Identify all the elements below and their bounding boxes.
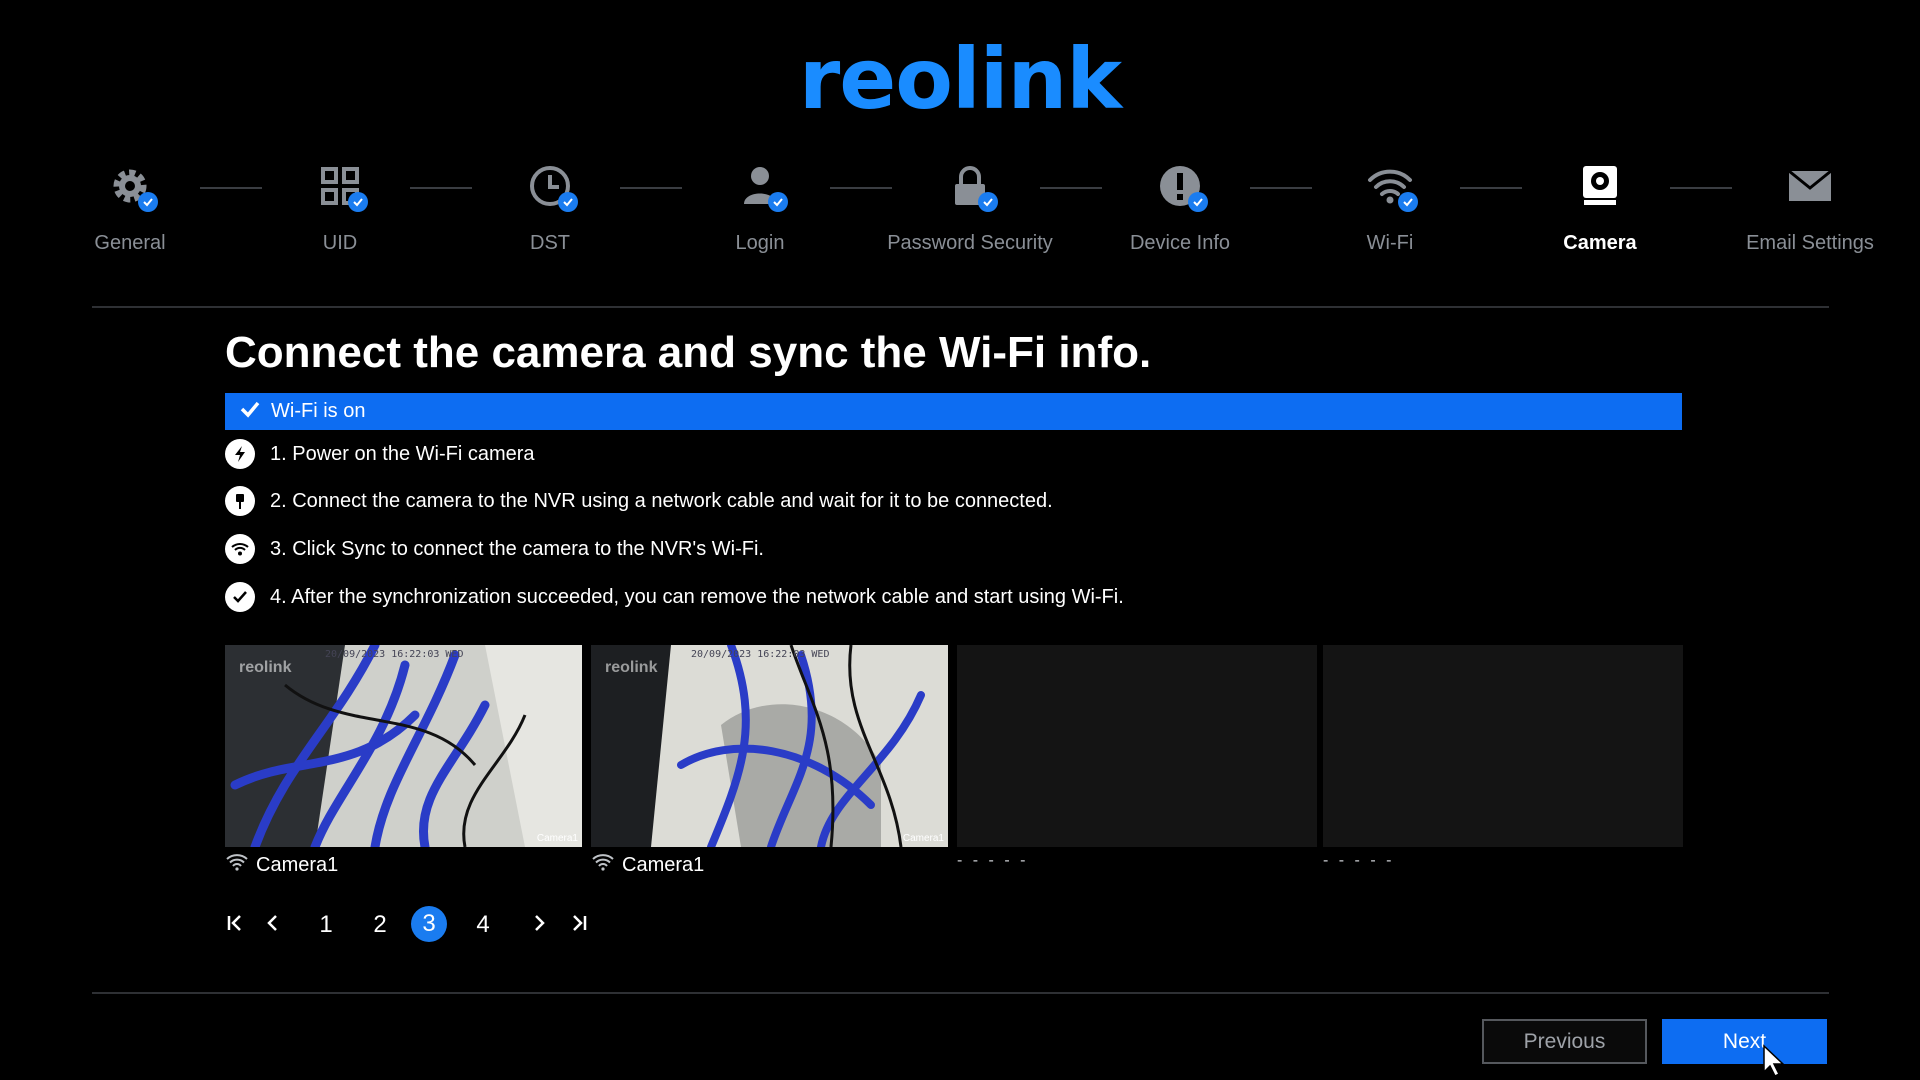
step-done-check-icon [558, 192, 578, 212]
setup-stepper: General UID DST Login Password Security … [30, 150, 1890, 280]
wifi-sync-icon [225, 534, 255, 564]
banner-text: Wi-Fi is on [271, 400, 366, 422]
chevron-right-icon [530, 911, 548, 939]
camera-timestamp: 20/09/2023 16:22:03 WED [691, 649, 830, 660]
step-label: Camera [1563, 232, 1637, 254]
chevron-left-icon [264, 911, 282, 939]
instruction-3: 3. Click Sync to connect the camera to t… [225, 534, 764, 564]
step-email-settings[interactable]: Email Settings [1710, 150, 1910, 255]
step-done-check-icon [978, 192, 998, 212]
step-camera[interactable]: Camera [1500, 150, 1700, 255]
step-done-check-icon [138, 192, 158, 212]
top-divider [92, 306, 1829, 308]
power-bolt-icon [225, 439, 255, 469]
step-device-info[interactable]: Device Info [1080, 150, 1280, 255]
previous-button[interactable]: Previous [1482, 1019, 1647, 1064]
page-2-button[interactable]: 2 [362, 906, 398, 944]
reolink-logo: reolink [798, 30, 1122, 128]
step-label: Device Info [1129, 232, 1231, 254]
step-label: General [94, 232, 166, 254]
camera-name-text: Camera1 [622, 853, 705, 876]
camera-name-4: - - - - - [1323, 852, 1394, 870]
step-done-check-icon [768, 192, 788, 212]
step-login[interactable]: Login [660, 150, 860, 255]
wifi-signal-icon [226, 853, 256, 877]
mouse-cursor-icon [1763, 1044, 1785, 1078]
camera-overlay-label: Camera1 [536, 833, 578, 844]
wifi-status-banner: Wi-Fi is on [225, 393, 1682, 430]
wifi-signal-icon [592, 853, 622, 877]
step-uid[interactable]: UID [240, 150, 440, 255]
first-page-button[interactable] [225, 906, 245, 944]
camera-preview-2[interactable]: 20/09/2023 16:22:03 WED reolink Camera1 [591, 645, 948, 847]
camera-preview-3[interactable] [957, 645, 1317, 847]
step-label: Password Security [887, 232, 1053, 254]
instruction-1: 1. Power on the Wi-Fi camera [225, 439, 535, 469]
step-done-check-icon [348, 192, 368, 212]
mail-icon [1786, 169, 1834, 214]
prev-page-button[interactable] [263, 906, 283, 944]
instruction-text: 3. Click Sync to connect the camera to t… [270, 537, 764, 560]
instruction-text: 1. Power on the Wi-Fi camera [270, 442, 535, 465]
step-label: DST [530, 232, 570, 254]
step-label: Email Settings [1746, 232, 1874, 254]
page-title: Connect the camera and sync the Wi-Fi in… [225, 328, 1152, 377]
last-page-button[interactable] [569, 906, 589, 944]
step-general[interactable]: General [30, 150, 230, 255]
step-done-check-icon [1188, 192, 1208, 212]
page-1-button[interactable]: 1 [308, 906, 344, 944]
first-page-icon [226, 911, 244, 939]
step-label: UID [322, 232, 358, 254]
camera-watermark: reolink [605, 659, 658, 676]
step-label: Wi-Fi [1366, 232, 1414, 254]
camera-name-text: - - - - - [1323, 852, 1395, 869]
camera-name-text: Camera1 [256, 853, 339, 876]
step-dst[interactable]: DST [450, 150, 650, 255]
step-wifi[interactable]: Wi-Fi [1290, 150, 1490, 255]
page-4-button[interactable]: 4 [465, 906, 501, 944]
checkmark-icon [239, 398, 271, 426]
camera-name-text: - - - - - [957, 852, 1029, 869]
step-done-check-icon [1398, 192, 1418, 212]
last-page-icon [570, 911, 588, 939]
instruction-text: 2. Connect the camera to the NVR using a… [270, 489, 1053, 512]
next-button[interactable]: Next [1662, 1019, 1827, 1064]
camera-name-1: Camera1 [226, 853, 338, 877]
next-page-button[interactable] [529, 906, 549, 944]
camera-timestamp: 20/09/2023 16:22:03 WED [325, 649, 464, 660]
check-circle-icon [225, 582, 255, 612]
camera-name-3: - - - - - [957, 852, 1028, 870]
step-label: Login [735, 232, 785, 254]
camera-preview-1[interactable]: 20/09/2023 16:22:03 WED reolink Camera1 [225, 645, 582, 847]
camera-icon [1576, 166, 1624, 214]
cable-plug-icon [225, 486, 255, 516]
instruction-2: 2. Connect the camera to the NVR using a… [225, 486, 1053, 516]
camera-overlay-label: Camera1 [902, 833, 944, 844]
instruction-4: 4. After the synchronization succeeded, … [225, 582, 1124, 612]
camera-watermark: reolink [239, 659, 292, 676]
step-password-security[interactable]: Password Security [870, 150, 1070, 255]
page-3-button[interactable]: 3 [411, 906, 447, 942]
instruction-text: 4. After the synchronization succeeded, … [270, 585, 1124, 608]
camera-preview-4[interactable] [1323, 645, 1683, 847]
bottom-divider [92, 992, 1829, 994]
camera-name-2: Camera1 [592, 853, 704, 877]
